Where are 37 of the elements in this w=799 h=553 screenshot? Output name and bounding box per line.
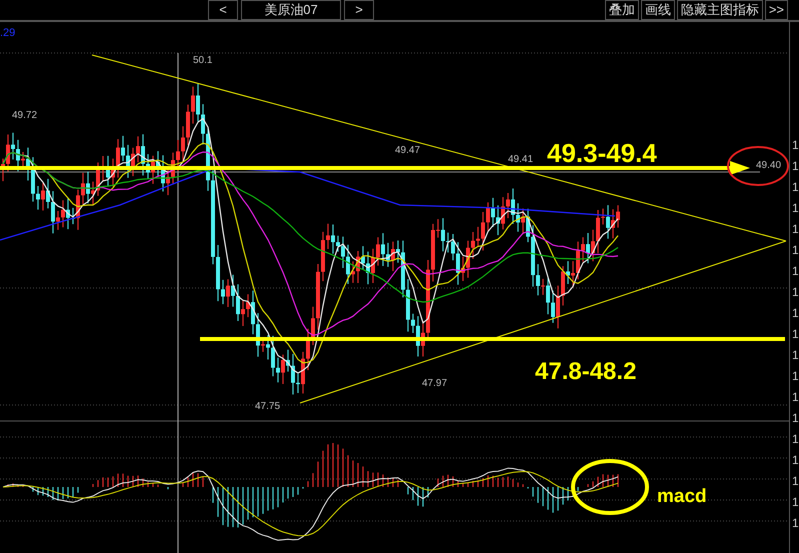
symbol-button[interactable]: 美原油07 [241,0,341,20]
axis-label: 1 [791,432,799,447]
macd-label: macd [657,486,707,507]
toolbar-button[interactable]: 隐藏主图指标 [676,0,763,20]
axis-label: 1 [791,369,799,384]
axis-label: 1 [791,516,799,531]
axis-label: 1 [791,138,799,153]
previous-button[interactable]: < [208,0,238,20]
axis-label: 1 [791,348,799,363]
price-label: 49.41 [508,154,534,165]
axis-label: 1 [791,285,799,300]
axis-label: 1 [791,411,799,426]
next-button[interactable]: > [344,0,374,20]
zone-annotation: 47.8-48.2 [535,358,636,385]
price-label: 50.1 [193,55,212,66]
axis-label: 1 [791,222,799,237]
axis-label: 1 [791,306,799,321]
toolbar-button[interactable]: >> [764,0,788,20]
current-price-label: 49.40 [756,160,782,171]
axis-label: 1 [791,264,799,279]
axis-label: 1 [791,159,799,174]
axis-label: 1 [791,453,799,468]
corner-value: .29 [0,27,16,39]
zone-annotation: 49.3-49.4 [547,138,657,168]
toolbar-button[interactable]: 画线 [640,0,675,20]
price-label: 49.47 [395,145,420,156]
toolbar-button[interactable]: 叠加 [604,0,639,20]
axis-label: 1 [791,180,799,195]
price-label: 49.72 [12,110,38,121]
price-label: 47.75 [255,401,280,412]
axis-label: 1 [791,474,799,489]
axis-label: 1 [791,243,799,258]
axis-label: 1 [791,201,799,216]
axis-label: 1 [791,327,799,342]
axis-label: 1 [791,495,799,510]
axis-label: 1 [791,390,799,405]
price-label: 47.97 [422,378,448,389]
